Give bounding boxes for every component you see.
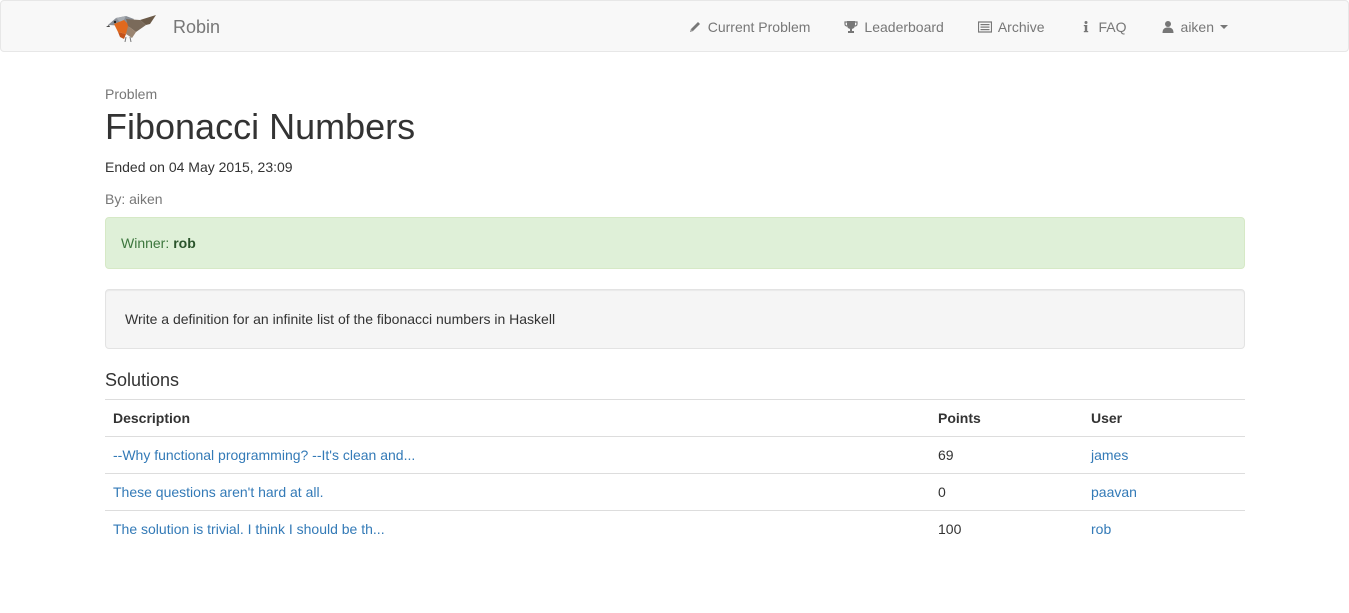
solution-user-link[interactable]: rob xyxy=(1091,521,1111,537)
user-name: aiken xyxy=(1180,19,1214,35)
problem-title: Fibonacci Numbers xyxy=(105,106,416,147)
solution-points: 0 xyxy=(930,473,1083,511)
user-dropdown[interactable]: aiken xyxy=(1144,1,1243,53)
winner-name: rob xyxy=(173,235,196,251)
nav-leaderboard[interactable]: Leaderboard xyxy=(827,1,960,53)
robin-bird-icon xyxy=(106,15,156,42)
solution-user-link[interactable]: paavan xyxy=(1091,484,1137,500)
table-row: These questions aren't hard at all. 0 pa… xyxy=(105,473,1245,511)
nav-current-problem[interactable]: Current Problem xyxy=(671,1,828,53)
problem-label: Problem xyxy=(105,86,158,102)
solution-user-cell: rob xyxy=(1083,510,1245,548)
info-icon xyxy=(1083,21,1088,33)
list-alt-icon xyxy=(977,21,992,33)
column-header-description: Description xyxy=(105,399,930,437)
problem-description-text: Write a definition for an infinite list … xyxy=(125,311,556,327)
solution-description-cell: These questions aren't hard at all. xyxy=(105,473,930,511)
solution-description-cell: --Why functional programming? --It's cle… xyxy=(105,437,930,474)
nav-faq-label: FAQ xyxy=(1098,19,1127,35)
nav-faq[interactable]: FAQ xyxy=(1062,1,1144,53)
solution-user-cell: paavan xyxy=(1083,473,1245,511)
column-header-points: Points xyxy=(930,399,1083,437)
solutions-table: Description Points User --Why functional… xyxy=(105,399,1245,548)
solution-description-link[interactable]: --Why functional programming? --It's cle… xyxy=(113,447,415,463)
ended-date: Ended on 04 May 2015, 23:09 xyxy=(105,159,293,175)
nav-current-problem-label: Current Problem xyxy=(707,19,811,35)
solution-points: 69 xyxy=(938,447,954,463)
solution-user-cell: james xyxy=(1083,437,1245,474)
table-row: --Why functional programming? --It's cle… xyxy=(105,437,1245,474)
nav-menu: Current Problem Leaderboard Archive FAQ … xyxy=(671,1,1243,53)
solution-description-link[interactable]: The solution is trivial. I think I shoul… xyxy=(113,521,385,537)
winner-label: Winner: xyxy=(121,235,170,251)
problem-description: Write a definition for an infinite list … xyxy=(105,289,1245,349)
caret-down-icon xyxy=(1220,25,1228,29)
nav-archive-label: Archive xyxy=(997,19,1045,35)
navbar: Robin Current Problem Leaderboard Archiv… xyxy=(0,0,1349,52)
table-row: The solution is trivial. I think I shoul… xyxy=(105,510,1245,548)
solution-description-cell: The solution is trivial. I think I shoul… xyxy=(105,510,930,548)
author-line: By: aiken xyxy=(105,191,163,207)
nav-leaderboard-label: Leaderboard xyxy=(864,19,944,35)
solution-description-link[interactable]: These questions aren't hard at all. xyxy=(113,484,323,500)
table-header-row: Description Points User xyxy=(105,399,1245,437)
trophy-icon xyxy=(844,21,859,33)
pencil-icon xyxy=(689,22,700,32)
solution-points: 100 xyxy=(930,510,1083,548)
column-header-user: User xyxy=(1083,399,1245,437)
nav-archive[interactable]: Archive xyxy=(961,1,1062,53)
solutions-heading: Solutions xyxy=(105,370,180,390)
solution-user-link[interactable]: james xyxy=(1091,447,1128,463)
brand-link[interactable]: Robin xyxy=(106,1,220,53)
brand-name: Robin xyxy=(173,16,221,37)
user-icon xyxy=(1162,21,1174,33)
winner-alert: Winner: rob xyxy=(105,217,1245,269)
